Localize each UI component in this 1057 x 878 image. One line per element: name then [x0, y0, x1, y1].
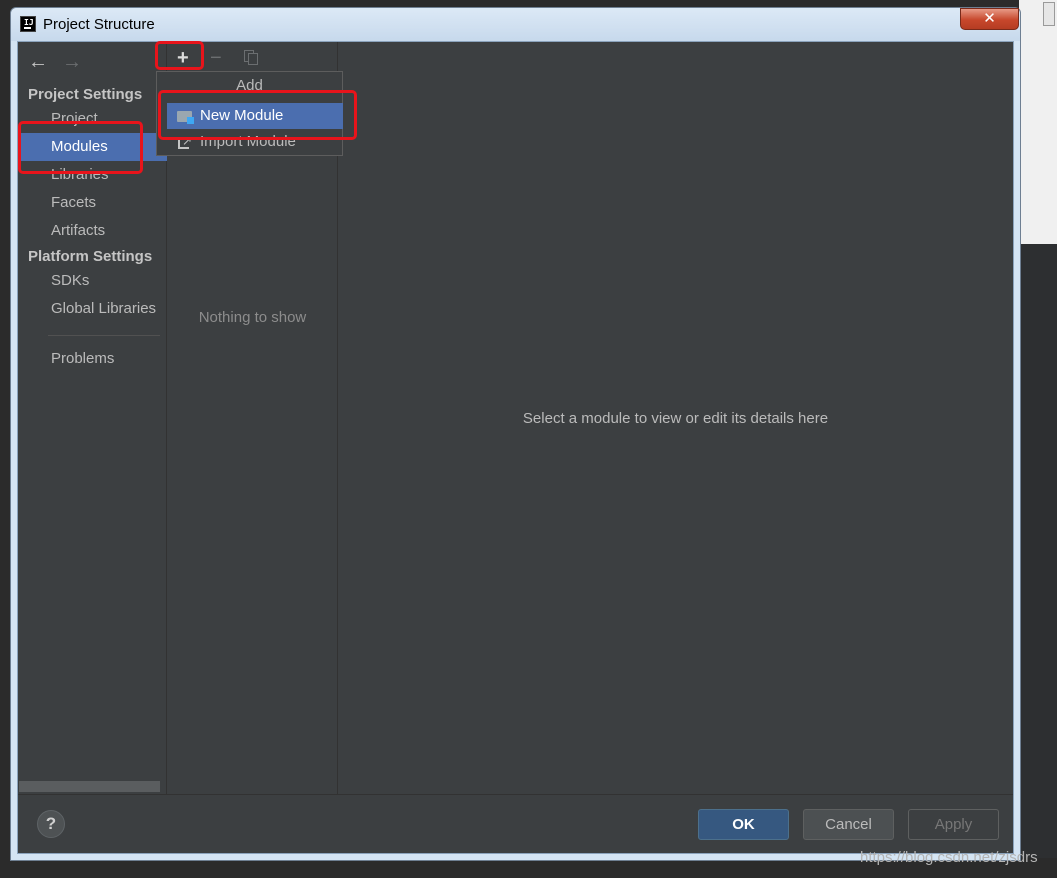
background-window-strip [1019, 0, 1057, 244]
section-platform-settings: Platform Settings [28, 248, 153, 265]
highlight-add-button [155, 41, 204, 70]
sidebar-item-sdks[interactable]: SDKs [18, 267, 167, 295]
close-button[interactable]: ✕ [960, 8, 1019, 30]
sidebar-item-problems[interactable]: Problems [18, 345, 167, 373]
highlight-modules-item [18, 121, 143, 174]
empty-list-text: Nothing to show [198, 309, 307, 326]
sidebar-divider [48, 335, 160, 336]
background-desktop [1019, 0, 1057, 878]
back-arrow-icon[interactable]: ← [28, 52, 48, 72]
sidebar-item-artifacts[interactable]: Artifacts [18, 217, 167, 245]
help-button[interactable]: ? [37, 810, 65, 838]
intellij-app-icon: IJ [20, 16, 36, 32]
remove-icon[interactable]: − [210, 48, 222, 68]
sidebar-item-global-libraries[interactable]: Global Libraries [18, 295, 167, 323]
cancel-button[interactable]: Cancel [803, 809, 894, 840]
module-detail-panel: Select a module to view or edit its deta… [338, 42, 1013, 794]
copy-icon[interactable] [244, 50, 260, 66]
title-bar[interactable]: IJ Project Structure ✕ [11, 8, 1020, 41]
watermark-text: https://blog.csdn.net/zjsdrs [860, 849, 1038, 866]
window-title: Project Structure [43, 16, 155, 33]
ok-button[interactable]: OK [698, 809, 789, 840]
dialog-footer: ? OK Cancel Apply [18, 794, 1013, 853]
background-window-button [1043, 2, 1055, 26]
section-project-settings: Project Settings [28, 86, 143, 103]
highlight-new-module [158, 90, 357, 140]
apply-button[interactable]: Apply [908, 809, 999, 840]
dialog-content: ← → Project Settings Project Modules Lib… [17, 41, 1014, 854]
detail-placeholder-text: Select a module to view or edit its deta… [522, 410, 829, 427]
sidebar-item-facets[interactable]: Facets [18, 189, 167, 217]
forward-arrow-icon[interactable]: → [62, 52, 82, 72]
sidebar-scrollbar[interactable] [19, 781, 160, 792]
